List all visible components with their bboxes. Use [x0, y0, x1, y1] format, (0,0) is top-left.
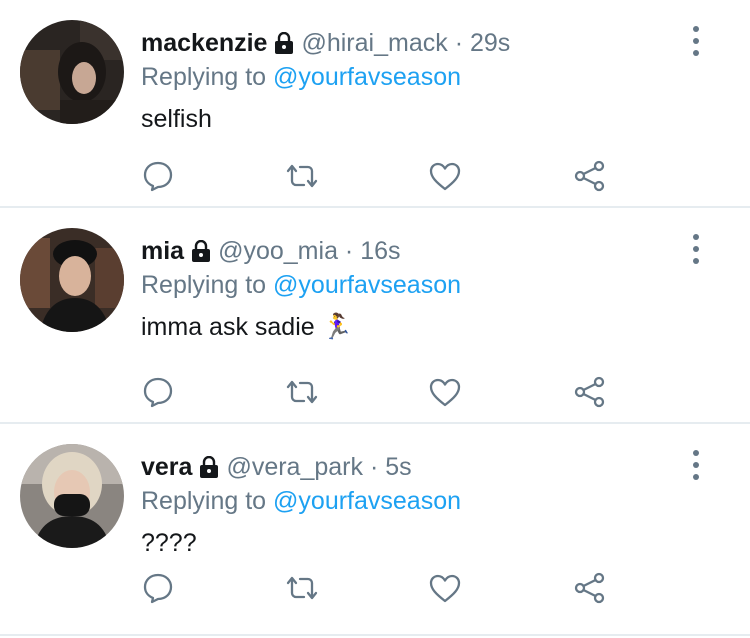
tweet-header: mackenzie @hirai_mack · 29s [141, 28, 510, 61]
retweet-icon[interactable] [282, 156, 322, 196]
share-icon[interactable] [570, 568, 610, 608]
like-icon[interactable] [425, 372, 465, 412]
display-name[interactable]: mia [141, 237, 184, 265]
tweet-text: selfish [141, 105, 212, 133]
avatar[interactable] [20, 228, 124, 332]
tweet-header: vera @vera_park · 5s [141, 452, 412, 485]
mention-link[interactable]: @yourfavseason [273, 63, 461, 91]
replying-to: Replying to @yourfavseason [141, 486, 461, 516]
action-bar [0, 156, 750, 196]
mention-link[interactable]: @yourfavseason [273, 487, 461, 515]
handle[interactable]: @yoo_mia [218, 237, 338, 265]
mention-link[interactable]: @yourfavseason [273, 271, 461, 299]
retweet-icon[interactable] [282, 372, 322, 412]
like-icon[interactable] [425, 568, 465, 608]
avatar[interactable] [20, 444, 124, 548]
reply-icon[interactable] [138, 568, 178, 608]
replying-label: Replying to [141, 63, 267, 91]
more-icon[interactable] [684, 450, 708, 480]
replying-label: Replying to [141, 271, 267, 299]
handle[interactable]: @hirai_mack [301, 29, 447, 57]
lock-icon [190, 239, 212, 269]
replying-to: Replying to @yourfavseason [141, 62, 461, 92]
avatar[interactable] [20, 20, 124, 124]
more-icon[interactable] [684, 26, 708, 56]
reply-icon[interactable] [138, 156, 178, 196]
reply-tweet[interactable]: mia @yoo_mia · 16s Replying to @yourfavse… [0, 208, 750, 424]
share-icon[interactable] [570, 372, 610, 412]
handle[interactable]: @vera_park [226, 453, 363, 481]
timestamp[interactable]: 5s [385, 453, 411, 481]
display-name[interactable]: vera [141, 453, 192, 481]
lock-icon [198, 455, 220, 485]
like-icon[interactable] [425, 156, 465, 196]
retweet-icon[interactable] [282, 568, 322, 608]
replying-label: Replying to [141, 487, 267, 515]
separator: · [369, 453, 379, 481]
tweet-text: imma ask sadie 🏃‍♀️ [141, 313, 353, 341]
separator: · [344, 237, 354, 265]
separator: · [454, 29, 464, 57]
display-name[interactable]: mackenzie [141, 29, 267, 57]
tweet-header: mia @yoo_mia · 16s [141, 236, 401, 269]
action-bar [0, 568, 750, 608]
share-icon[interactable] [570, 156, 610, 196]
timestamp[interactable]: 29s [470, 29, 510, 57]
reply-tweet[interactable]: vera @vera_park · 5s Replying to @yourfav… [0, 424, 750, 636]
lock-icon [273, 31, 295, 61]
action-bar [0, 372, 750, 412]
replying-to: Replying to @yourfavseason [141, 270, 461, 300]
reply-tweet[interactable]: mackenzie @hirai_mack · 29s Replying to @… [0, 0, 750, 208]
reply-icon[interactable] [138, 372, 178, 412]
timestamp[interactable]: 16s [360, 237, 400, 265]
more-icon[interactable] [684, 234, 708, 264]
tweet-text: ???? [141, 529, 197, 557]
